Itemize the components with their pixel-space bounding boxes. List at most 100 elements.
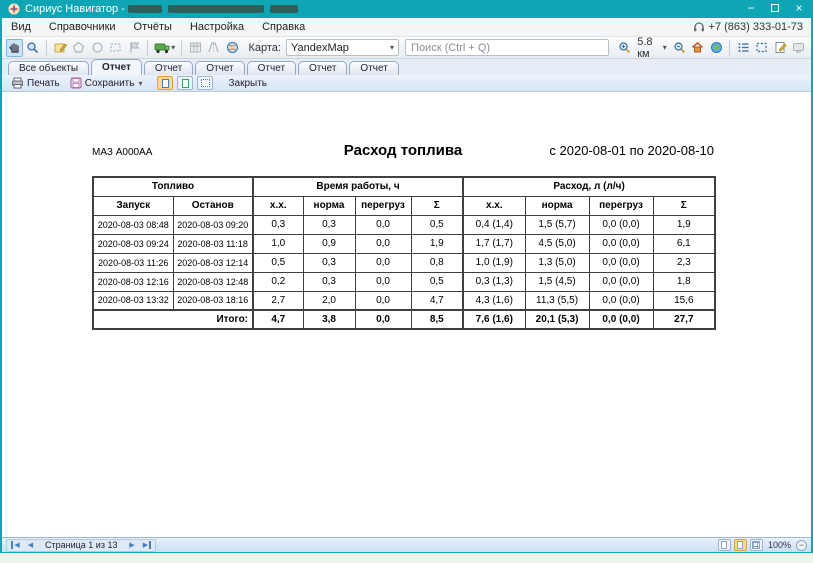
report-table-cell: 0,5 [253,253,303,272]
totals-cell: 8,5 [411,310,463,329]
last-page-button[interactable]: ▶ [140,540,153,551]
zoom-select-button[interactable] [25,39,42,57]
chevron-down-icon: ▾ [138,79,142,88]
close-report-button[interactable]: Закрыть [225,76,270,91]
prev-page-icon: ◀ [28,541,33,549]
report-table-cell: 6,1 [653,234,715,253]
tab-all-objects[interactable]: Все объекты [8,61,89,75]
totals-cell: 20,1 (5,3) [525,310,589,329]
maximize-icon [771,4,779,12]
report-table-cell: 0,3 (1,3) [463,272,525,291]
report-table-cell: 0,0 [355,272,411,291]
report-table-cell: 4,5 (5,0) [525,234,589,253]
polygon-tool-button[interactable] [70,39,87,57]
road-button[interactable] [205,39,222,57]
close-button[interactable]: × [787,0,811,18]
menu-otchety[interactable]: Отчёты [125,18,181,37]
circle-tool-button[interactable] [89,39,106,57]
tab-report-4[interactable]: Отчет [247,61,296,75]
zoom-in-button[interactable] [617,39,634,57]
statusbar-view-multi-button[interactable] [750,539,763,551]
view-continuous-button[interactable] [177,76,193,90]
column-header: Останов [173,196,253,215]
report-table-cell: 2020-08-03 18:16 [173,291,253,310]
report-table-cell: 0,0 [355,291,411,310]
next-page-button[interactable]: ▶ [125,540,138,551]
search-input[interactable] [405,39,609,56]
tab-report-3[interactable]: Отчет [195,61,244,75]
home-button[interactable] [689,39,706,57]
menu-spravochniki[interactable]: Справочники [40,18,125,37]
print-label: Печать [27,78,60,89]
prev-page-button[interactable]: ◀ [24,540,37,551]
flag-tool-button[interactable] [126,39,143,57]
column-header: норма [303,196,355,215]
pages-grid-icon [752,541,760,549]
world-map-button[interactable] [708,39,725,57]
report-table-cell: 4,7 [411,291,463,310]
column-header: х.х. [463,196,525,215]
report-table-cell: 2020-08-03 11:18 [173,234,253,253]
print-button[interactable]: Печать [8,76,63,91]
pan-tool-button[interactable] [6,39,23,57]
report-table-cell: 2020-08-03 13:32 [93,291,173,310]
next-page-icon: ▶ [129,541,134,549]
page-icon [721,541,727,549]
report-table-cell: 15,6 [653,291,715,310]
edit-map-button[interactable] [52,39,69,57]
first-page-button[interactable]: ◀ [9,540,22,551]
report-table-cell: 0,3 [303,215,355,234]
report-period: с 2020-08-01 по 2020-08-10 [462,143,714,158]
toolbar-separator [729,40,730,56]
tab-report-active[interactable]: Отчет [91,59,142,75]
page-icon [162,79,169,88]
report-table-cell: 2020-08-03 11:26 [93,253,173,272]
redacted-company-name [128,5,162,13]
report-table-cell: 0,8 [411,253,463,272]
magnifier-plus-icon [618,41,631,54]
geozones-button[interactable] [224,39,241,57]
table-grid-icon [189,41,202,54]
tab-report-6[interactable]: Отчет [349,61,398,75]
menu-nastroika[interactable]: Настройка [181,18,253,37]
save-label: Сохранить [85,78,135,89]
minimize-button[interactable]: − [739,0,763,18]
report-table-cell: 0,0 [355,234,411,253]
vehicles-button[interactable]: ▾ [153,39,176,57]
fuel-report-table: Топливо Время работы, ч Расход, л (л/ч) … [92,176,716,330]
schedule-button[interactable] [187,39,204,57]
tab-report-5[interactable]: Отчет [298,61,347,75]
report-table-cell: 0,0 [355,253,411,272]
window-title: Сириус Навигатор - [25,0,125,18]
home-icon [691,41,704,54]
report-table-row: 2020-08-03 08:482020-08-03 09:200,30,30,… [93,215,715,234]
view-fit-width-button[interactable] [197,76,213,90]
map-scale-dropdown[interactable]: 5.8 км ▾ [635,36,669,60]
zoom-out-button[interactable]: − [796,540,807,551]
monitor-button[interactable] [791,39,808,57]
edit-report-button[interactable] [772,39,789,57]
report-table-cell: 2020-08-03 09:24 [93,234,173,253]
maximize-button[interactable] [763,0,787,18]
statusbar-view-fit-button[interactable] [734,539,747,551]
report-table-cell: 0,3 [303,272,355,291]
report-title: Расход топлива [344,142,462,159]
zoom-out-button[interactable] [671,39,688,57]
object-list-button[interactable] [735,39,752,57]
menu-vid[interactable]: Вид [2,18,40,37]
area-select-button[interactable] [754,39,771,57]
toolbar-separator [46,40,47,56]
report-table-cell: 2020-08-03 12:16 [93,272,173,291]
statusbar-view-single-button[interactable] [718,539,731,551]
save-button[interactable]: Сохранить ▾ [67,76,146,91]
desktop-background [0,553,813,563]
map-select[interactable]: YandexMap ▾ [286,39,399,56]
zoom-level-label: 100% [768,540,791,550]
report-table-cell: 1,3 (5,0) [525,253,589,272]
rect-select-button[interactable] [107,39,124,57]
globe-icon [226,41,239,54]
tab-report-2[interactable]: Отчет [144,61,193,75]
menu-spravka[interactable]: Справка [253,18,314,37]
view-single-page-button[interactable] [157,76,173,90]
redacted-company-name [270,5,298,13]
